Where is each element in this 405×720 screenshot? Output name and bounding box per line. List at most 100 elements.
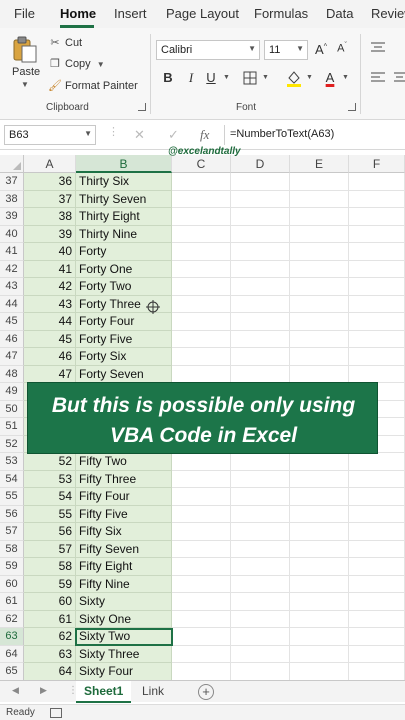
cell-f[interactable] [349, 260, 405, 278]
select-all-button[interactable] [0, 155, 24, 173]
cell-a[interactable]: 54 [24, 488, 76, 506]
row-header[interactable]: 40 [0, 225, 24, 243]
cell-a[interactable]: 37 [24, 190, 76, 208]
cell-d[interactable] [231, 505, 290, 523]
cell-b[interactable]: Fifty Six [76, 523, 172, 541]
cell-f[interactable] [349, 330, 405, 348]
cell-c[interactable] [172, 523, 231, 541]
cell-d[interactable] [231, 225, 290, 243]
cell-b[interactable]: Sixty Four [76, 663, 172, 681]
column-header-c[interactable]: C [172, 155, 231, 173]
cell-b[interactable]: Thirty Seven [76, 190, 172, 208]
cell-f[interactable] [349, 313, 405, 331]
borders-icon[interactable] [243, 71, 257, 85]
tab-page-layout[interactable]: Page Layout [166, 6, 239, 21]
align-center-icon[interactable] [394, 72, 405, 84]
cell-a[interactable]: 56 [24, 523, 76, 541]
cell-c[interactable] [172, 628, 231, 646]
cell-b[interactable]: Sixty Three [76, 645, 172, 663]
cell-d[interactable] [231, 645, 290, 663]
cell-a[interactable]: 62 [24, 628, 76, 646]
cell-d[interactable] [231, 348, 290, 366]
cell-b[interactable]: Thirty Nine [76, 225, 172, 243]
cell-d[interactable] [231, 610, 290, 628]
row-header[interactable]: 62 [0, 610, 24, 628]
cell-a[interactable]: 39 [24, 225, 76, 243]
cell-f[interactable] [349, 278, 405, 296]
copy-dropdown-icon[interactable]: ▼ [97, 60, 105, 69]
cell-a[interactable]: 47 [24, 365, 76, 383]
bold-button[interactable]: B [160, 70, 176, 85]
cell-e[interactable] [290, 348, 349, 366]
cell-a[interactable]: 58 [24, 558, 76, 576]
tab-insert[interactable]: Insert [114, 6, 147, 21]
cell-d[interactable] [231, 330, 290, 348]
cell-a[interactable]: 55 [24, 505, 76, 523]
copy-button[interactable]: ❐ Copy ▼ [48, 57, 105, 70]
insert-function-icon[interactable]: fx [200, 127, 209, 143]
paste-icon[interactable] [12, 36, 38, 64]
cell-c[interactable] [172, 470, 231, 488]
macro-recording-icon[interactable] [50, 708, 62, 718]
cell-b[interactable]: Forty Four [76, 313, 172, 331]
row-header[interactable]: 52 [0, 435, 24, 453]
cell-a[interactable]: 44 [24, 313, 76, 331]
tab-review[interactable]: Review [371, 6, 405, 21]
fill-color-icon[interactable] [286, 69, 302, 87]
cell-b[interactable]: Forty Five [76, 330, 172, 348]
column-header-a[interactable]: A [24, 155, 76, 173]
cell-d[interactable] [231, 173, 290, 191]
cell-d[interactable] [231, 208, 290, 226]
underline-button[interactable]: U [203, 70, 219, 85]
cell-a[interactable]: 43 [24, 295, 76, 313]
cell-e[interactable] [290, 540, 349, 558]
cell-e[interactable] [290, 190, 349, 208]
cell-f[interactable] [349, 628, 405, 646]
cell-a[interactable]: 40 [24, 243, 76, 261]
cell-c[interactable] [172, 225, 231, 243]
row-header[interactable]: 49 [0, 383, 24, 401]
cell-b[interactable]: Fifty Four [76, 488, 172, 506]
cell-c[interactable] [172, 575, 231, 593]
row-header[interactable]: 56 [0, 505, 24, 523]
cell-f[interactable] [349, 593, 405, 611]
cell-b[interactable]: Forty Two [76, 278, 172, 296]
cell-a[interactable]: 59 [24, 575, 76, 593]
sheet-tab-sheet1[interactable]: Sheet1 [76, 681, 132, 703]
cell-a[interactable]: 38 [24, 208, 76, 226]
cell-c[interactable] [172, 593, 231, 611]
column-header-e[interactable]: E [290, 155, 349, 173]
row-header[interactable]: 64 [0, 645, 24, 663]
column-header-d[interactable]: D [231, 155, 290, 173]
row-header[interactable]: 50 [0, 400, 24, 418]
cell-f[interactable] [349, 470, 405, 488]
cell-a[interactable]: 52 [24, 453, 76, 471]
fill-color-dropdown-icon[interactable]: ▼ [306, 74, 313, 81]
cell-a[interactable]: 45 [24, 330, 76, 348]
cell-e[interactable] [290, 488, 349, 506]
tab-data[interactable]: Data [326, 6, 353, 21]
cell-e[interactable] [290, 663, 349, 681]
row-header[interactable]: 53 [0, 453, 24, 471]
row-header[interactable]: 37 [0, 173, 24, 191]
row-header[interactable]: 60 [0, 575, 24, 593]
sheet-prev-icon[interactable]: ◀ [12, 685, 19, 696]
cell-e[interactable] [290, 470, 349, 488]
cell-a[interactable]: 53 [24, 470, 76, 488]
cell-c[interactable] [172, 173, 231, 191]
cell-d[interactable] [231, 243, 290, 261]
cell-e[interactable] [290, 365, 349, 383]
cell-d[interactable] [231, 190, 290, 208]
cell-c[interactable] [172, 540, 231, 558]
cell-e[interactable] [290, 628, 349, 646]
cell-d[interactable] [231, 295, 290, 313]
clipboard-launcher-icon[interactable] [138, 103, 146, 111]
cell-e[interactable] [290, 523, 349, 541]
formula-input[interactable]: =NumberToText(A63) [230, 128, 334, 140]
cell-d[interactable] [231, 453, 290, 471]
cell-c[interactable] [172, 190, 231, 208]
cell-a[interactable]: 42 [24, 278, 76, 296]
cell-d[interactable] [231, 470, 290, 488]
row-header[interactable]: 43 [0, 278, 24, 296]
cell-c[interactable] [172, 348, 231, 366]
